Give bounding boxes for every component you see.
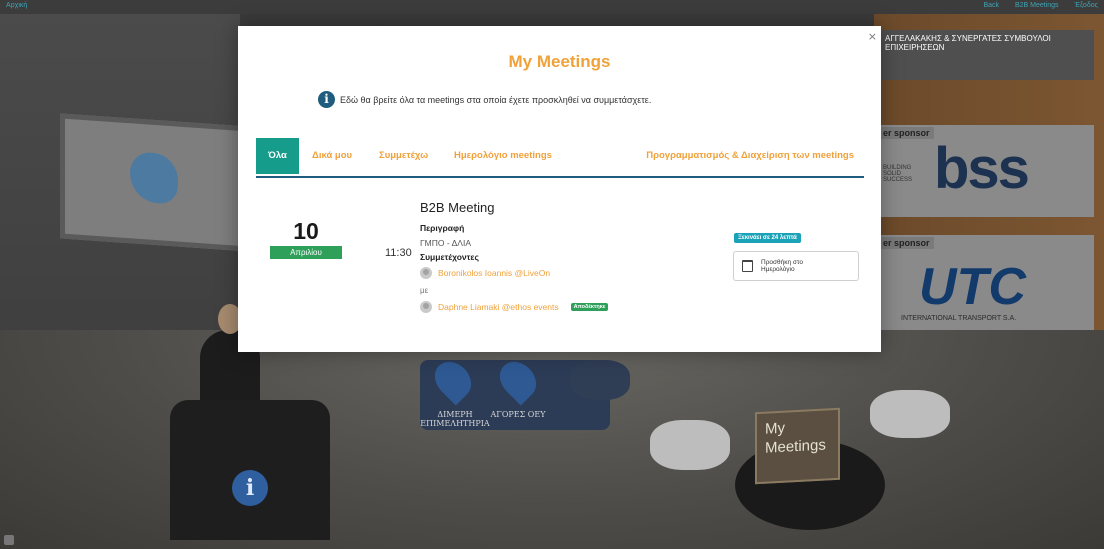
add-to-calendar-button[interactable]: Προσθήκη στο Ημερολόγιο [733, 251, 859, 281]
greece-map-shape [130, 151, 178, 205]
modal-title: My Meetings [508, 52, 611, 71]
meetings-tabs: Όλα Δικά μου Συμμετέχω Ημερολόγιο meetin… [256, 138, 864, 178]
sponsor-label: er sponsor [879, 127, 934, 139]
bss-tagline: BUILDING SOLID SUCCESS [883, 165, 913, 183]
tab-meetings-calendar[interactable]: Ημερολόγιο meetings [454, 138, 552, 174]
top-nav-links: Back B2B Meetings Έξοδος [969, 2, 1098, 9]
info-icon: i [318, 91, 335, 108]
bss-logo: bss [934, 136, 1030, 201]
utc-subtitle: INTERNATIONAL TRANSPORT S.A. [901, 315, 1017, 322]
home-link[interactable]: Αρχική [6, 2, 27, 9]
nav-back-link[interactable]: Back [983, 2, 999, 9]
participant-name-link[interactable]: Boronikolos Ioannis @LiveOn [438, 268, 550, 278]
description-value: ΓΜΠΟ - ΔΛΙΑ [420, 238, 471, 248]
nav-b2b-meetings-link[interactable]: B2B Meetings [1015, 2, 1059, 9]
nav-exit-link[interactable]: Έξοδος [1075, 2, 1099, 9]
tab-mine[interactable]: Δικά μου [312, 138, 352, 174]
add-to-calendar-label: Προσθήκη στο Ημερολόγιο [761, 259, 804, 273]
calendar-icon [742, 260, 753, 272]
banner-top-text: ΑΓΓΕΛΑΚΑΚΗΣ & ΣΥΝΕΡΓΑΤΕΣ ΣΥΜΒΟΥΛΟΙ ΕΠΙΧΕ… [885, 34, 1051, 52]
close-icon[interactable]: × [868, 30, 877, 43]
sponsor-label: er sponsor [879, 237, 934, 249]
lounge-chair [650, 420, 730, 470]
participant-row: Boronikolos Ioannis @LiveOn [420, 267, 550, 279]
settings-corner-icon[interactable] [4, 535, 14, 545]
utc-logo: UTC [919, 258, 1026, 316]
with-text: με [420, 286, 429, 295]
avatar [420, 267, 432, 279]
pin-label-markets[interactable]: ΑΓΟΡΕΣ ΟΕΥ [478, 410, 558, 419]
lounge-chair [570, 360, 630, 400]
avatar [420, 301, 432, 313]
starts-in-badge: Ξεκινάει σε 24 λεπτά [734, 233, 801, 243]
sponsor-banner-bss[interactable]: er sponsor BUILDING SOLID SUCCESS bss [879, 125, 1094, 217]
meeting-month: Απριλίου [270, 246, 342, 259]
meeting-time: 11:30 [385, 247, 412, 259]
info-desk-icon[interactable]: i [232, 470, 268, 506]
participants-label: Συμμετέχοντες [420, 252, 479, 262]
info-desk: i [170, 400, 330, 540]
greece-map-painting [60, 113, 250, 252]
tab-all[interactable]: Όλα [256, 138, 299, 174]
sponsor-banner-top[interactable]: ΑΓΓΕΛΑΚΑΚΗΣ & ΣΥΝΕΡΓΑΤΕΣ ΣΥΜΒΟΥΛΟΙ ΕΠΙΧΕ… [879, 30, 1094, 80]
sponsor-banner-utc[interactable]: er sponsor UTC INTERNATIONAL TRANSPORT S… [879, 235, 1094, 335]
participant-row: Daphne Liamaki @ethos events Αποδέκτηκε [420, 301, 609, 313]
meeting-title: B2B Meeting [420, 200, 495, 215]
description-label: Περιγραφή [420, 223, 465, 233]
top-navigation-bar: Αρχική Back B2B Meetings Έξοδος [0, 0, 1104, 14]
my-meetings-modal: × My Meetings i Εδώ θα βρείτε όλα τα mee… [238, 26, 881, 352]
participant-name-link[interactable]: Daphne Liamaki @ethos events [438, 302, 559, 312]
info-message: i Εδώ θα βρείτε όλα τα meetings στα οποί… [318, 91, 651, 108]
tab-scheduling-management[interactable]: Προγραμματισμός & Διαχείριση των meeting… [646, 138, 854, 174]
lounge-chair [870, 390, 950, 438]
tab-participating[interactable]: Συμμετέχω [379, 138, 428, 174]
my-meetings-sign[interactable]: My Meetings [755, 407, 840, 485]
meeting-day: 10 [293, 218, 319, 244]
accepted-status-badge: Αποδέκτηκε [570, 303, 609, 311]
info-text: Εδώ θα βρείτε όλα τα meetings στα οποία … [340, 94, 652, 105]
